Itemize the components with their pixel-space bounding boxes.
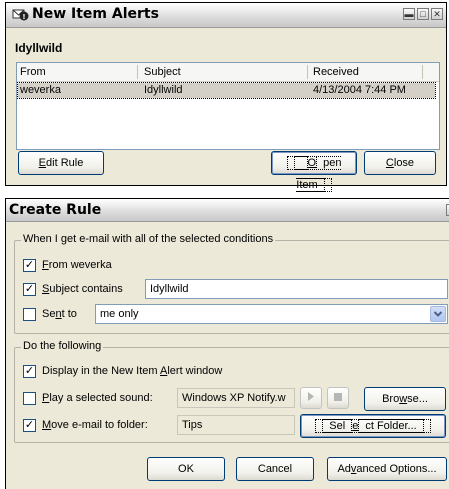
display-alert-checkbox[interactable]: ✓: [23, 365, 36, 378]
alerts-title: New Item Alerts: [32, 6, 159, 22]
column-divider: [422, 65, 423, 79]
cell-received: 4/13/2004 7:44 PM: [313, 84, 406, 96]
maximize-icon: □: [420, 9, 426, 19]
minimize-button[interactable]: ▬: [403, 8, 415, 20]
stop-sound-button[interactable]: [327, 387, 349, 409]
select-folder-button[interactable]: Sel e ct Folder...: [300, 414, 446, 438]
move-email-checkbox[interactable]: ✓: [23, 419, 36, 432]
create-rule-window: Create Rule ✕ When I get e-mail with all…: [5, 198, 449, 489]
sound-file-input[interactable]: Windows XP Notify.w: [177, 388, 295, 408]
subject-checkbox[interactable]: ✓: [23, 283, 36, 296]
cancel-button[interactable]: Cancel: [236, 457, 314, 481]
subject-input[interactable]: Idyllwild: [145, 279, 448, 299]
alerts-title-bar[interactable]: ! New Item Alerts ▬ □ ✕: [6, 3, 446, 28]
close-button[interactable]: Close: [364, 151, 436, 175]
open-item-button[interactable]: Open Item: [271, 151, 357, 192]
minimize-icon: ▬: [404, 9, 414, 19]
from-checkbox[interactable]: ✓: [23, 259, 36, 272]
list-header: From Subject Received: [17, 63, 439, 82]
new-item-alerts-window: ! New Item Alerts ▬ □ ✕ Idyllwild From S…: [5, 2, 447, 192]
display-alert-label[interactable]: Display in the New Item Alert window: [42, 365, 222, 377]
dropdown-button[interactable]: [430, 306, 446, 322]
play-sound-label[interactable]: Play a selected sound:: [42, 392, 153, 404]
create-rule-title: Create Rule: [9, 202, 102, 218]
column-header-received[interactable]: Received: [313, 66, 359, 78]
table-row[interactable]: weverka Idyllwild 4/13/2004 7:44 PM: [17, 82, 436, 99]
close-icon: ✕: [433, 9, 441, 19]
edit-rule-button[interactable]: Edit Rule: [18, 151, 104, 175]
actions-group: Do the following ✓ Display in the New It…: [14, 340, 449, 443]
advanced-options-button[interactable]: Advanced Options...: [327, 457, 447, 481]
envelope-alert-icon: !: [12, 9, 29, 21]
rule-name-label: Idyllwild: [15, 41, 63, 55]
browse-button[interactable]: Browse...: [364, 387, 446, 411]
cell-subject: Idyllwild: [144, 84, 183, 96]
stop-icon: [334, 393, 342, 401]
sent-to-label[interactable]: Sent to: [42, 308, 77, 320]
maximize-button[interactable]: □: [417, 8, 429, 20]
sent-to-checkbox[interactable]: [23, 308, 36, 321]
create-rule-title-bar[interactable]: Create Rule ✕: [6, 199, 449, 222]
chevron-down-icon: [433, 311, 443, 317]
play-icon: [308, 392, 314, 401]
conditions-group: When I get e-mail with all of the select…: [14, 233, 449, 334]
svg-text:!: !: [22, 13, 25, 21]
cell-from: weverka: [20, 84, 61, 96]
subject-label[interactable]: Subject contains: [42, 283, 123, 295]
play-sound-checkbox[interactable]: [23, 392, 36, 405]
column-divider: [137, 65, 138, 79]
actions-label: Do the following: [21, 340, 104, 352]
move-email-label[interactable]: Move e-mail to folder:: [42, 419, 148, 431]
alerts-list[interactable]: From Subject Received weverka Idyllwild …: [16, 62, 440, 150]
column-header-subject[interactable]: Subject: [144, 66, 181, 78]
conditions-label: When I get e-mail with all of the select…: [21, 233, 276, 245]
play-sound-button[interactable]: [300, 387, 322, 409]
column-divider: [307, 65, 308, 79]
close-window-button[interactable]: ✕: [431, 8, 443, 20]
sent-to-select[interactable]: me only: [95, 304, 448, 324]
folder-input[interactable]: Tips: [177, 415, 295, 435]
from-label[interactable]: From weverka: [42, 259, 112, 271]
ok-button[interactable]: OK: [147, 457, 225, 481]
column-header-from[interactable]: From: [20, 66, 46, 78]
